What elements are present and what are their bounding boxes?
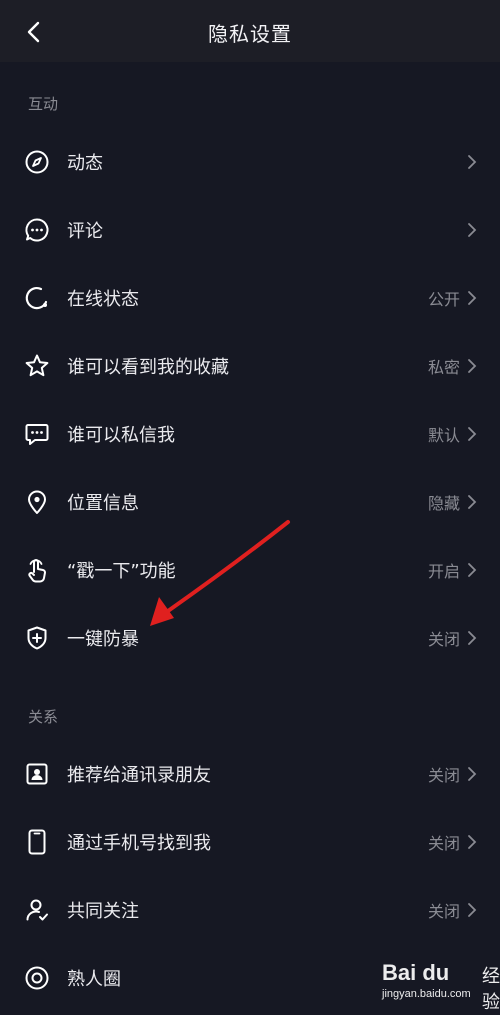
row-label: 熟人圈 — [67, 969, 121, 990]
chevron-right-icon — [468, 495, 477, 509]
row-label: 一键防暴 — [67, 629, 139, 650]
row-poke[interactable]: “戳一下”功能 开启 — [0, 536, 500, 604]
row-value: 关闭 — [427, 834, 460, 853]
chevron-right-icon — [468, 631, 477, 645]
user-check-icon — [22, 895, 52, 925]
chevron-right-icon — [468, 563, 477, 577]
row-contacts-recommend[interactable]: 推荐给通讯录朋友 关闭 — [0, 740, 500, 808]
row-value: 隐藏 — [427, 494, 460, 513]
row-favorites-visibility[interactable]: 谁可以看到我的收藏 私密 — [0, 332, 500, 400]
row-online-status[interactable]: 在线状态 公开 — [0, 264, 500, 332]
comment-bubble-icon — [22, 215, 52, 245]
watermark-logo: Bai du — [382, 960, 450, 985]
watermark-text: 经验 — [482, 966, 500, 1013]
message-icon — [22, 419, 52, 449]
chevron-right-icon — [468, 903, 477, 917]
chevron-right-icon — [468, 427, 477, 441]
row-label: 位置信息 — [67, 493, 139, 514]
row-location[interactable]: 位置信息 隐藏 — [0, 468, 500, 536]
row-value: 关闭 — [427, 766, 460, 785]
row-label: 动态 — [67, 153, 103, 174]
tap-finger-icon — [22, 555, 52, 585]
row-label: 共同关注 — [67, 901, 139, 922]
top-bar: 隐私设置 — [0, 0, 500, 62]
row-label: 通过手机号找到我 — [67, 833, 211, 854]
row-value: 开启 — [427, 562, 460, 581]
row-value: 关闭 — [427, 902, 460, 921]
row-activity[interactable]: 动态 — [0, 128, 500, 196]
row-direct-message[interactable]: 谁可以私信我 默认 — [0, 400, 500, 468]
row-value: 公开 — [427, 290, 460, 309]
chevron-right-icon — [468, 359, 477, 373]
row-value: 默认 — [427, 426, 460, 445]
phone-icon — [22, 827, 52, 857]
row-anti-harassment[interactable]: 一键防暴 关闭 — [0, 604, 500, 672]
location-pin-icon — [22, 487, 52, 517]
row-label: 谁可以私信我 — [67, 425, 175, 446]
row-label: 谁可以看到我的收藏 — [67, 357, 229, 378]
chevron-right-icon — [468, 767, 477, 781]
circle-target-icon — [22, 963, 52, 993]
row-comments[interactable]: 评论 — [0, 196, 500, 264]
star-icon — [22, 351, 52, 381]
row-label: “戳一下”功能 — [67, 561, 176, 582]
chevron-right-icon — [468, 223, 477, 237]
compass-icon — [22, 147, 52, 177]
watermark-url: jingyan.baidu.com — [382, 988, 471, 1000]
chevron-right-icon — [468, 835, 477, 849]
online-status-icon — [22, 283, 52, 313]
row-value: 私密 — [427, 358, 460, 377]
section-label-relationship: 关系 — [28, 708, 59, 726]
row-label: 推荐给通讯录朋友 — [67, 765, 211, 786]
row-value: 关闭 — [427, 630, 460, 649]
baidu-jingyan-watermark: Bai du 经验 jingyan.baidu.com — [382, 960, 500, 1013]
chevron-right-icon — [468, 155, 477, 169]
shield-plus-icon — [22, 623, 52, 653]
page-title: 隐私设置 — [208, 22, 292, 46]
row-find-by-phone[interactable]: 通过手机号找到我 关闭 — [0, 808, 500, 876]
row-label: 在线状态 — [67, 289, 139, 310]
row-label: 评论 — [67, 221, 103, 242]
contact-card-icon — [22, 759, 52, 789]
section-label-interaction: 互动 — [28, 95, 59, 113]
row-mutual-follow[interactable]: 共同关注 关闭 — [0, 876, 500, 944]
chevron-right-icon — [468, 291, 477, 305]
